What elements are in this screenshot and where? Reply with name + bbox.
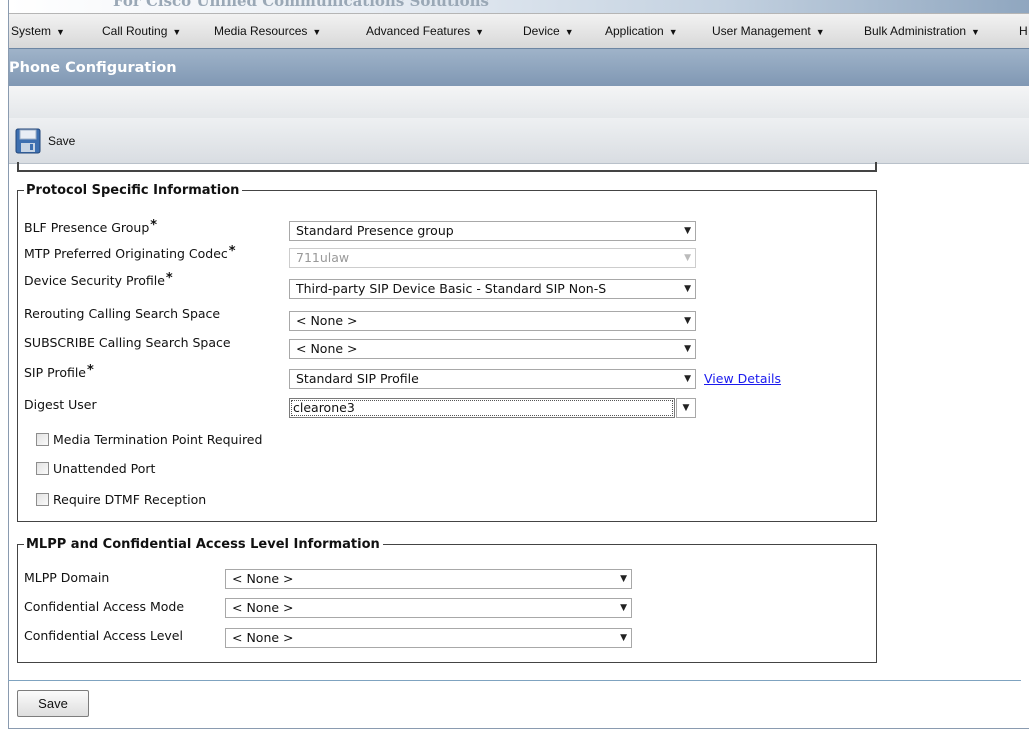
mtp-codec-select: 711ulaw ▼ (289, 248, 696, 268)
confidential-access-level-select[interactable]: < None > ▼ (225, 628, 632, 648)
confidential-access-level-label: Confidential Access Level (24, 628, 183, 643)
dropdown-arrow-icon: ▼ (684, 316, 691, 326)
digest-user-label: Digest User (24, 397, 97, 412)
device-security-profile-select[interactable]: Third-party SIP Device Basic - Standard … (289, 279, 696, 299)
menu-bulk-administration[interactable]: Bulk Administration ▼ (864, 14, 980, 48)
menu-application[interactable]: Application ▼ (605, 14, 678, 48)
confidential-access-mode-label: Confidential Access Mode (24, 599, 185, 614)
caret-down-icon: ▼ (56, 27, 65, 37)
dropdown-arrow-icon: ▼ (620, 574, 627, 584)
dropdown-arrow-icon: ▼ (684, 253, 691, 263)
caret-down-icon: ▼ (971, 27, 980, 37)
floppy-disk-icon (15, 128, 41, 154)
menu-system[interactable]: System ▼ (11, 14, 65, 48)
dropdown-arrow-icon: ▼ (684, 284, 691, 294)
dropdown-arrow-icon: ▼ (684, 344, 691, 354)
page-title-bar: Phone Configuration (9, 48, 1029, 87)
brand-banner: For Cisco Unified Communications Solutio… (9, 0, 1029, 13)
dropdown-arrow-icon: ▼ (620, 603, 627, 613)
caret-down-icon: ▼ (564, 27, 574, 37)
dropdown-arrow-icon: ▼ (684, 226, 691, 236)
sip-profile-label: SIP Profile* (24, 363, 94, 380)
dropdown-arrow-icon: ▼ (620, 633, 627, 643)
caret-down-icon: ▼ (815, 27, 825, 37)
menu-call-routing[interactable]: Call Routing ▼ (102, 14, 181, 48)
rerouting-css-label: Rerouting Calling Search Space (24, 306, 221, 321)
mlpp-domain-label: MLPP Domain (24, 570, 110, 585)
caret-down-icon: ▼ (172, 27, 182, 37)
mtp-required-option: Media Termination Point Required (36, 432, 262, 447)
dropdown-arrow-icon: ▼ (684, 374, 691, 384)
require-dtmf-checkbox[interactable] (36, 493, 49, 506)
menu-user-management[interactable]: User Management ▼ (712, 14, 825, 48)
sip-profile-select[interactable]: Standard SIP Profile ▼ (289, 369, 696, 389)
protocol-section-legend: Protocol Specific Information (26, 183, 240, 198)
blf-presence-group-select[interactable]: Standard Presence group ▼ (289, 221, 696, 241)
banner-text: For Cisco Unified Communications Solutio… (113, 0, 489, 10)
mtp-required-checkbox[interactable] (36, 433, 49, 446)
toolbar-save-label: Save (48, 134, 76, 148)
subscribe-css-label: SUBSCRIBE Calling Search Space (24, 335, 231, 350)
app-frame: For Cisco Unified Communications Solutio… (8, 0, 1029, 729)
require-dtmf-option: Require DTMF Reception (36, 492, 206, 507)
mlpp-domain-select[interactable]: < None > ▼ (225, 569, 632, 589)
mtp-codec-label: MTP Preferred Originating Codec* (24, 244, 236, 261)
toolbar-save-button[interactable]: Save (15, 126, 75, 156)
menu-media-resources[interactable]: Media Resources ▼ (214, 14, 321, 48)
subscribe-css-select[interactable]: < None > ▼ (289, 339, 696, 359)
menu-device[interactable]: Device ▼ (523, 14, 574, 48)
sip-profile-view-details-link[interactable]: View Details (704, 371, 781, 386)
toolbar (9, 118, 1029, 164)
blf-presence-group-label: BLF Presence Group* (24, 218, 158, 235)
unattended-port-checkbox[interactable] (36, 462, 49, 475)
caret-down-icon: ▼ (475, 27, 484, 37)
mlpp-section-legend: MLPP and Confidential Access Level Infor… (26, 537, 380, 552)
confidential-access-mode-select[interactable]: < None > ▼ (225, 598, 632, 618)
toolbar-top-strip (9, 86, 1029, 118)
unattended-port-option: Unattended Port (36, 461, 155, 476)
menu-help[interactable]: H (1019, 14, 1028, 48)
dropdown-arrow-icon[interactable]: ▼ (676, 398, 696, 418)
page-title: Phone Configuration (9, 60, 177, 76)
menu-advanced-features[interactable]: Advanced Features ▼ (366, 14, 484, 48)
caret-down-icon: ▼ (668, 27, 678, 37)
digest-user-input[interactable]: clearone3 (289, 398, 675, 418)
rerouting-css-select[interactable]: < None > ▼ (289, 311, 696, 331)
digest-user-combobox: clearone3 ▼ (289, 398, 696, 418)
footer-save-button[interactable]: Save (17, 690, 89, 717)
device-security-profile-label: Device Security Profile* (24, 271, 173, 288)
caret-down-icon: ▼ (312, 27, 322, 37)
main-menu-bar: System ▼ Call Routing ▼ Media Resources ▼ A… (9, 13, 1029, 49)
previous-section-edge (17, 162, 877, 172)
footer-divider (8, 680, 1021, 681)
